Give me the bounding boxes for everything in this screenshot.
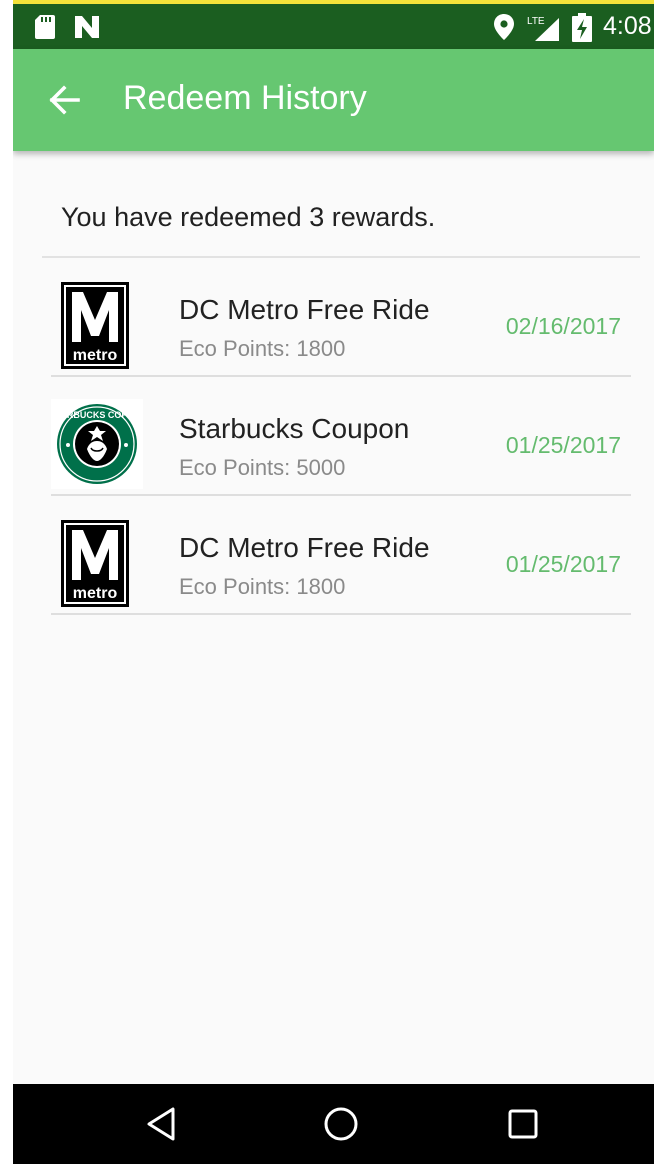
reward-name: Starbucks Coupon <box>179 413 410 444</box>
metro-logo: metro <box>61 282 129 369</box>
n-notification-icon <box>75 16 99 38</box>
metro-logo: metro <box>61 520 129 607</box>
starbucks-logo: STARBUCKS COFFEE <box>51 399 143 489</box>
reward-name: DC Metro Free Ride <box>179 532 430 563</box>
reward-points: Eco Points: 5000 <box>179 455 346 480</box>
reward-name: DC Metro Free Ride <box>179 294 430 325</box>
reward-points: Eco Points: 1800 <box>179 336 346 361</box>
svg-text:metro: metro <box>73 585 118 602</box>
rewards-summary: You have redeemed 3 rewards. <box>61 202 436 232</box>
frame-left-edge <box>0 0 13 1164</box>
app-bar: Redeem History <box>13 49 654 151</box>
list-item[interactable]: metro DC Metro Free Ride Eco Points: 180… <box>51 258 631 377</box>
list-item[interactable]: metro DC Metro Free Ride Eco Points: 180… <box>51 496 631 615</box>
svg-text:STARBUCKS COFFEE: STARBUCKS COFFEE <box>51 410 143 420</box>
svg-text:metro: metro <box>73 347 118 364</box>
battery-charging-icon <box>572 13 592 42</box>
page-title: Redeem History <box>123 79 367 117</box>
home-circle-icon[interactable] <box>321 1104 361 1144</box>
reward-list: metro DC Metro Free Ride Eco Points: 180… <box>51 258 631 615</box>
arrow-back-icon[interactable] <box>47 83 81 117</box>
location-icon <box>494 14 514 40</box>
navigation-bar <box>13 1084 654 1164</box>
reward-date: 02/16/2017 <box>505 313 621 339</box>
lte-signal-icon: LTE <box>527 16 559 41</box>
list-item[interactable]: STARBUCKS COFFEE Starbucks Coupon Eco Po… <box>51 377 631 496</box>
status-time: 4:08 <box>603 12 652 40</box>
phone-screen: LTE 4:08 Redeem History You have redeeme… <box>13 4 654 1164</box>
reward-points: Eco Points: 1800 <box>179 574 346 599</box>
reward-date: 01/25/2017 <box>505 432 621 458</box>
svg-text:LTE: LTE <box>527 16 545 27</box>
status-bar: LTE 4:08 <box>13 4 654 49</box>
sd-card-icon <box>35 15 55 39</box>
recents-square-icon[interactable] <box>503 1104 543 1144</box>
reward-date: 01/25/2017 <box>505 551 621 577</box>
back-triangle-icon[interactable] <box>143 1104 183 1144</box>
